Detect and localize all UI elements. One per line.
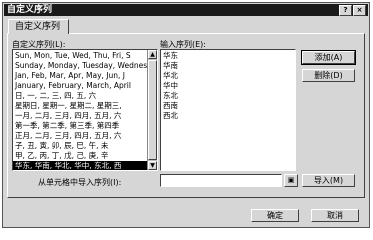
custom-list-item[interactable]: January, February, March, April (13, 81, 148, 91)
title-buttons: ? × (339, 5, 366, 16)
custom-list-item[interactable]: 华东, 华南, 华北, 华中, 东北, 西 (13, 161, 148, 170)
custom-list-item[interactable]: Sunday, Monday, Tuesday, Wednes (13, 61, 148, 71)
import-range-input[interactable] (160, 174, 282, 187)
scroll-thumb[interactable] (148, 60, 157, 160)
tab-custom-lists[interactable]: 自定义序列 (8, 19, 70, 34)
custom-list-item[interactable]: Jan, Feb, Mar, Apr, May, Jun, J (13, 71, 148, 81)
window-title: 自定义序列 (7, 5, 53, 15)
import-range-label: 从单元格中导入序列(I): (38, 178, 122, 187)
custom-list-item[interactable]: 正月, 二月, 三月, 四月, 五月, 六 (13, 131, 148, 141)
import-button[interactable]: 导入(M) (302, 174, 355, 187)
add-button[interactable]: 添加(A) (301, 50, 356, 65)
tab-panel: 自定义序列(L): Sun, Mon, Tue, Wed, Thu, Fri, … (7, 33, 365, 198)
ok-button[interactable]: 确定 (251, 209, 299, 222)
scroll-up-icon[interactable]: ▲ (148, 50, 157, 59)
custom-list-item[interactable]: 一月, 二月, 三月, 四月, 五月, 六 (13, 111, 148, 121)
range-picker-icon[interactable]: ▣ (284, 174, 298, 187)
custom-list-item[interactable]: 星期日, 星期一, 星期二, 星期三, (13, 101, 148, 111)
custom-list-item[interactable]: 日, 一, 二, 三, 四, 五, 六 (13, 91, 148, 101)
custom-lists-rows: Sun, Mon, Tue, Wed, Thu, Fri, S Sunday, M… (13, 51, 148, 170)
entry-item: 华北 (163, 71, 178, 80)
entries-rows: 华东 华南 华北 华中 东北 西南 西北 (161, 51, 295, 121)
cancel-button[interactable]: 取消 (311, 209, 359, 222)
delete-button[interactable]: 删除(D) (302, 69, 355, 82)
custom-list-item[interactable]: 甲, 乙, 丙, 丁, 戊, 己, 庚, 辛 (13, 151, 148, 161)
entries-textarea[interactable]: 华东 华南 华北 华中 东北 西南 西北 (160, 49, 296, 171)
entry-item: 西北 (163, 111, 178, 120)
custom-list-item[interactable]: 第一季, 第二季, 第三季, 第四季 (13, 121, 148, 131)
title-bar: 自定义序列 ? × (4, 4, 368, 16)
custom-lists-listbox[interactable]: Sun, Mon, Tue, Wed, Thu, Fri, S Sunday, M… (12, 49, 158, 171)
custom-lists-dialog: 自定义序列 ? × 自定义序列 自定义序列(L): Sun, Mon, Tue,… (2, 2, 370, 228)
custom-list-item[interactable]: Sun, Mon, Tue, Wed, Thu, Fri, S (13, 51, 148, 61)
scroll-down-icon[interactable]: ▼ (148, 161, 157, 170)
entry-item: 华南 (163, 61, 178, 70)
custom-list-item[interactable]: 子, 丑, 寅, 卯, 辰, 巳, 午, 未 (13, 141, 148, 151)
help-button[interactable]: ? (339, 5, 352, 16)
entry-item: 华东 (163, 51, 178, 60)
entry-item: 华中 (163, 81, 178, 90)
entry-item: 西南 (163, 101, 178, 110)
entry-item: 东北 (163, 91, 178, 100)
close-button[interactable]: × (353, 5, 366, 16)
custom-lists-scrollbar[interactable]: ▲ ▼ (147, 50, 157, 170)
